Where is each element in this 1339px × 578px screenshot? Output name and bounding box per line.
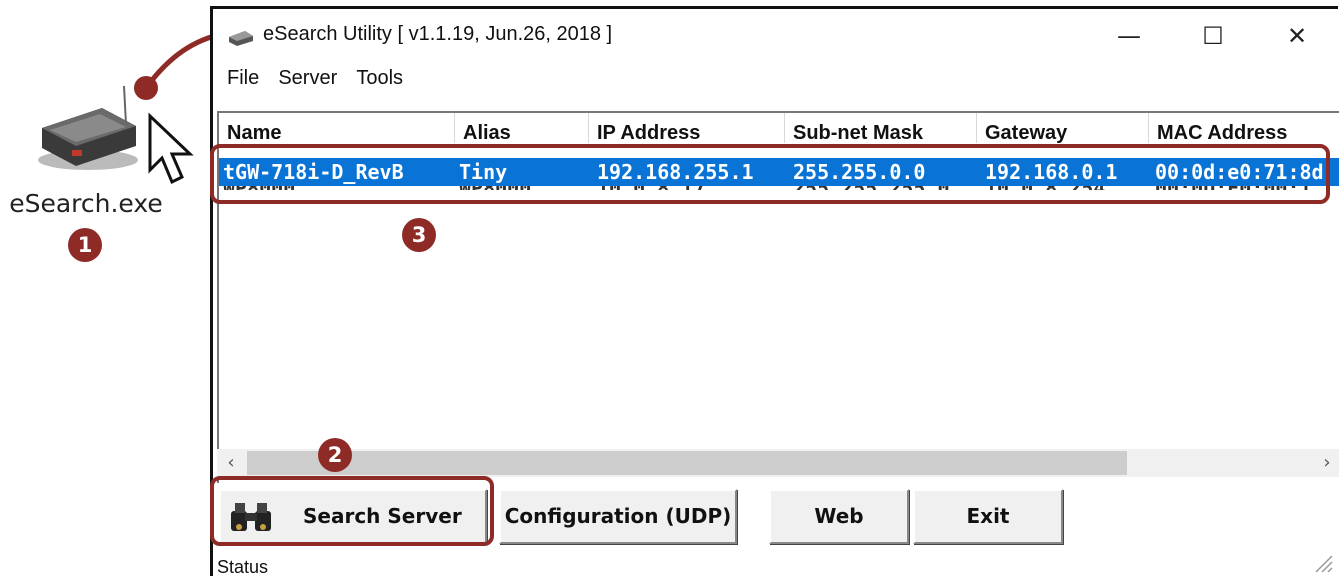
column-header-alias[interactable]: Alias — [455, 113, 589, 143]
status-bar: Status — [217, 557, 269, 577]
column-header-mac[interactable]: MAC Address — [1149, 113, 1339, 143]
window-title: eSearch Utility [ v1.1.19, Jun.26, 2018 … — [263, 23, 613, 45]
scroll-right-icon[interactable]: › — [1313, 449, 1339, 477]
cursor-icon — [148, 112, 194, 185]
app-icon — [229, 31, 253, 46]
minimize-button[interactable]: — — [1089, 11, 1169, 61]
search-button-highlight — [210, 476, 494, 546]
selected-row-highlight — [210, 144, 1330, 204]
menu-tools[interactable]: Tools — [356, 67, 403, 90]
scroll-left-icon[interactable]: ‹ — [217, 449, 245, 477]
step-2-badge: 2 — [318, 438, 352, 472]
web-button[interactable]: Web — [769, 489, 909, 544]
menu-server[interactable]: Server — [278, 67, 337, 90]
exit-button[interactable]: Exit — [913, 489, 1063, 544]
horizontal-scrollbar[interactable]: ‹ › — [217, 449, 1339, 477]
column-header-name[interactable]: Name — [219, 113, 455, 143]
resize-grip-icon[interactable] — [1312, 552, 1334, 574]
connector-dot — [134, 76, 158, 100]
column-header-gateway[interactable]: Gateway — [977, 113, 1149, 143]
menu-file[interactable]: File — [227, 67, 259, 90]
close-button[interactable]: ✕ — [1257, 11, 1337, 61]
step-3-badge: 3 — [402, 218, 436, 252]
menu-bar: File Server Tools — [227, 67, 417, 97]
column-header-subnet[interactable]: Sub-net Mask — [785, 113, 977, 143]
maximize-button[interactable]: ☐ — [1173, 11, 1253, 61]
scroll-thumb[interactable] — [247, 451, 1127, 475]
title-bar[interactable]: eSearch Utility [ v1.1.19, Jun.26, 2018 … — [213, 9, 1338, 61]
column-header-ip[interactable]: IP Address — [589, 113, 785, 143]
step-1-badge: 1 — [68, 228, 102, 262]
configuration-udp-button[interactable]: Configuration (UDP) — [499, 489, 737, 544]
